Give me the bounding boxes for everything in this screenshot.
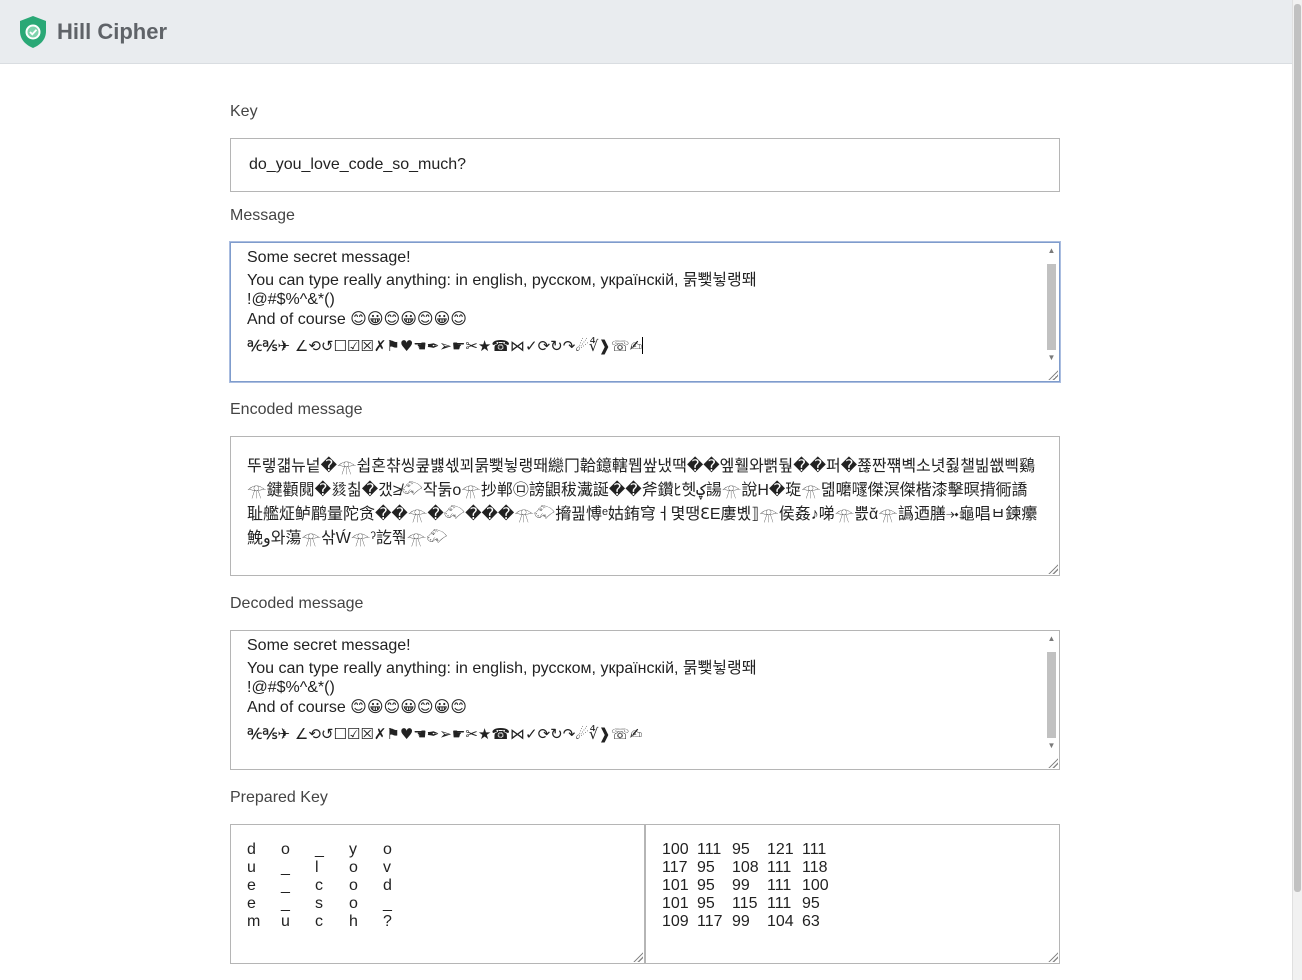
decoded-label: Decoded message (230, 595, 364, 612)
prepared-key-char: _ (281, 895, 290, 912)
prepared-key-char: l (315, 859, 319, 876)
encoded-textarea[interactable]: 뚜랳걟뉴넡�𓁿쉽혼챢씽쿺뱷섻꾀묽뾏뉳랭뙈纞冂韐鐿轄뭽쌒냈땍��엪휄와뻙뒆��퍼�… (230, 436, 1060, 576)
prepared-key-char: s (315, 895, 323, 912)
prepared-key-number: 115 (732, 895, 758, 912)
prepared-key-numbers-textarea[interactable]: 100 111 95 121 111 117 95 108 111 118 101 95 99 111 10… (645, 824, 1060, 964)
prepared-key-number: 95 (697, 877, 715, 894)
key-input-value: do_you_love_code_so_much? (249, 156, 467, 173)
prepared-key-char: h (349, 913, 358, 930)
prepared-key-number: 99 (732, 913, 750, 930)
prepared-key-chars-textarea[interactable]: d o _ y o u _ l o v e _ c o d e _ s o _ m u c h? (230, 824, 645, 964)
prepared-key-number: 111 (802, 841, 827, 858)
encoded-value: 뚜랳걟뉴넡�𓁿쉽혼챢씽쿺뱷섻꾀묽뾏뉳랭뙈纞冂韐鐿轄뭽쌒냈땍��엪휄와뻙뒆��퍼�… (247, 458, 1038, 547)
decoded-line-4-text: And of course (247, 699, 351, 716)
scroll-up-arrow-icon[interactable]: ▲ (1045, 244, 1058, 258)
prepared-key-char: _ (281, 859, 290, 876)
prepared-key-char: d (247, 841, 256, 858)
message-line-4: And of course 😊😀😊😀😊😀😊 (247, 309, 1039, 328)
message-line-5-text: ℀℁✈ ∠⟲↺☐☑☒✗⚑♥☚✒➢☛✂★☎⋈✓⟳↻↷☄∜❱☏✍ (247, 337, 643, 355)
prepared-key-number: 95 (697, 895, 715, 912)
prepared-key-number: 111 (767, 859, 792, 876)
decoded-line-4: And of course 😊😀😊😀😊😀😊 (247, 697, 1039, 716)
resize-grip-icon[interactable] (1047, 757, 1058, 768)
prepared-key-chars-grid: d o _ y o u _ l o v e _ c o d e _ s o _ m u c h? (247, 841, 628, 931)
prepared-key-numbers-grid: 100 111 95 121 111 117 95 108 111 118 101 95 99 111 10… (662, 841, 1043, 931)
prepared-key-number: 104 (767, 913, 794, 930)
resize-grip-icon[interactable] (632, 951, 643, 962)
message-line-1: Some secret message! (247, 249, 411, 266)
message-label: Message (230, 207, 295, 224)
message-textarea[interactable]: Some secret message! You can type really… (230, 242, 1060, 382)
prepared-key-number: 95 (697, 859, 715, 876)
prepared-key-char: e (247, 895, 256, 912)
prepared-key-number: 118 (802, 859, 828, 876)
prepared-key-number: 99 (732, 877, 750, 894)
prepared-key-char: c (315, 913, 323, 930)
message-scrollbar-thumb[interactable] (1047, 264, 1056, 350)
prepared-key-char: m (247, 913, 261, 930)
prepared-key-number: 63 (802, 913, 820, 930)
message-scrollbar[interactable]: ▲ ▼ (1045, 244, 1058, 365)
key-label: Key (230, 103, 258, 120)
message-line-2: You can type really anything: in english… (247, 272, 757, 289)
prepared-key-number: 108 (732, 859, 759, 876)
decoded-line-3: !@#$%^&*() (247, 679, 335, 696)
message-line-4-text: And of course (247, 311, 351, 328)
resize-grip-icon[interactable] (1047, 369, 1058, 380)
decoded-scrollbar[interactable]: ▲ ▼ (1045, 632, 1058, 753)
prepared-key-char: d (383, 877, 392, 894)
shield-check-icon (20, 15, 46, 48)
prepared-key-number: 95 (802, 895, 820, 912)
decoded-scrollbar-thumb[interactable] (1047, 652, 1056, 738)
prepared-key-char: c (315, 877, 323, 894)
prepared-key-char: e (247, 877, 256, 894)
prepared-key-char: v (383, 859, 391, 876)
prepared-key-char: o (349, 859, 358, 876)
prepared-key-char: _ (281, 877, 290, 894)
navbar: Hill Cipher (0, 0, 1292, 64)
prepared-key-char: u (247, 859, 256, 876)
prepared-key-char: o (281, 841, 290, 858)
prepared-key-number: 100 (802, 877, 829, 894)
page-scrollbar-thumb[interactable] (1294, 4, 1301, 892)
prepared-key-number: 101 (662, 895, 689, 912)
prepared-key-number: 117 (662, 859, 688, 876)
emoji-row: 😊😀😊😀😊😀😊 (350, 697, 467, 716)
decoded-textarea[interactable]: Some secret message! You can type really… (230, 630, 1060, 770)
prepared-key-number: 111 (767, 877, 792, 894)
resize-grip-icon[interactable] (1047, 563, 1058, 574)
prepared-key-char: o (349, 877, 358, 894)
message-line-5: ℀℁✈ ∠⟲↺☐☑☒✗⚑♥☚✒➢☛✂★☎⋈✓⟳↻↷☄∜❱☏✍ (247, 337, 1039, 356)
resize-grip-icon[interactable] (1047, 951, 1058, 962)
prepared-key-number: 111 (767, 895, 792, 912)
prepared-key-number: 121 (767, 841, 794, 858)
decoded-line-1: Some secret message! (247, 637, 411, 654)
key-input[interactable]: do_you_love_code_so_much? (230, 138, 1060, 192)
prepared-key-label: Prepared Key (230, 789, 328, 806)
prepared-key-number: 101 (662, 877, 689, 894)
prepared-key-char: o (349, 895, 358, 912)
scroll-down-arrow-icon[interactable]: ▼ (1045, 739, 1058, 753)
decoded-line-5: ℀℁✈ ∠⟲↺☐☑☒✗⚑♥☚✒➢☛✂★☎⋈✓⟳↻↷☄∜❱☏✍ (247, 725, 643, 743)
encoded-label: Encoded message (230, 401, 363, 418)
prepared-key-number: 111 (697, 841, 722, 858)
message-line-3: !@#$%^&*() (247, 291, 335, 308)
text-cursor (642, 337, 644, 354)
emoji-row: 😊😀😊😀😊😀😊 (350, 309, 467, 328)
decoded-line-2: You can type really anything: in english… (247, 660, 757, 677)
prepared-key-number: 117 (697, 913, 723, 930)
prepared-key-char: y (349, 841, 357, 858)
app-title[interactable]: Hill Cipher (57, 19, 167, 45)
prepared-key-number: 100 (662, 841, 689, 858)
prepared-key-char: _ (383, 895, 392, 912)
prepared-key-char: _ (315, 841, 324, 858)
prepared-key-number: 95 (732, 841, 750, 858)
prepared-key-char: o (383, 841, 392, 858)
prepared-key-number: 109 (662, 913, 689, 930)
page-scrollbar[interactable] (1292, 0, 1302, 980)
scroll-down-arrow-icon[interactable]: ▼ (1045, 351, 1058, 365)
prepared-key-char: ? (383, 913, 392, 930)
prepared-key-char: u (281, 913, 290, 930)
scroll-up-arrow-icon[interactable]: ▲ (1045, 632, 1058, 646)
